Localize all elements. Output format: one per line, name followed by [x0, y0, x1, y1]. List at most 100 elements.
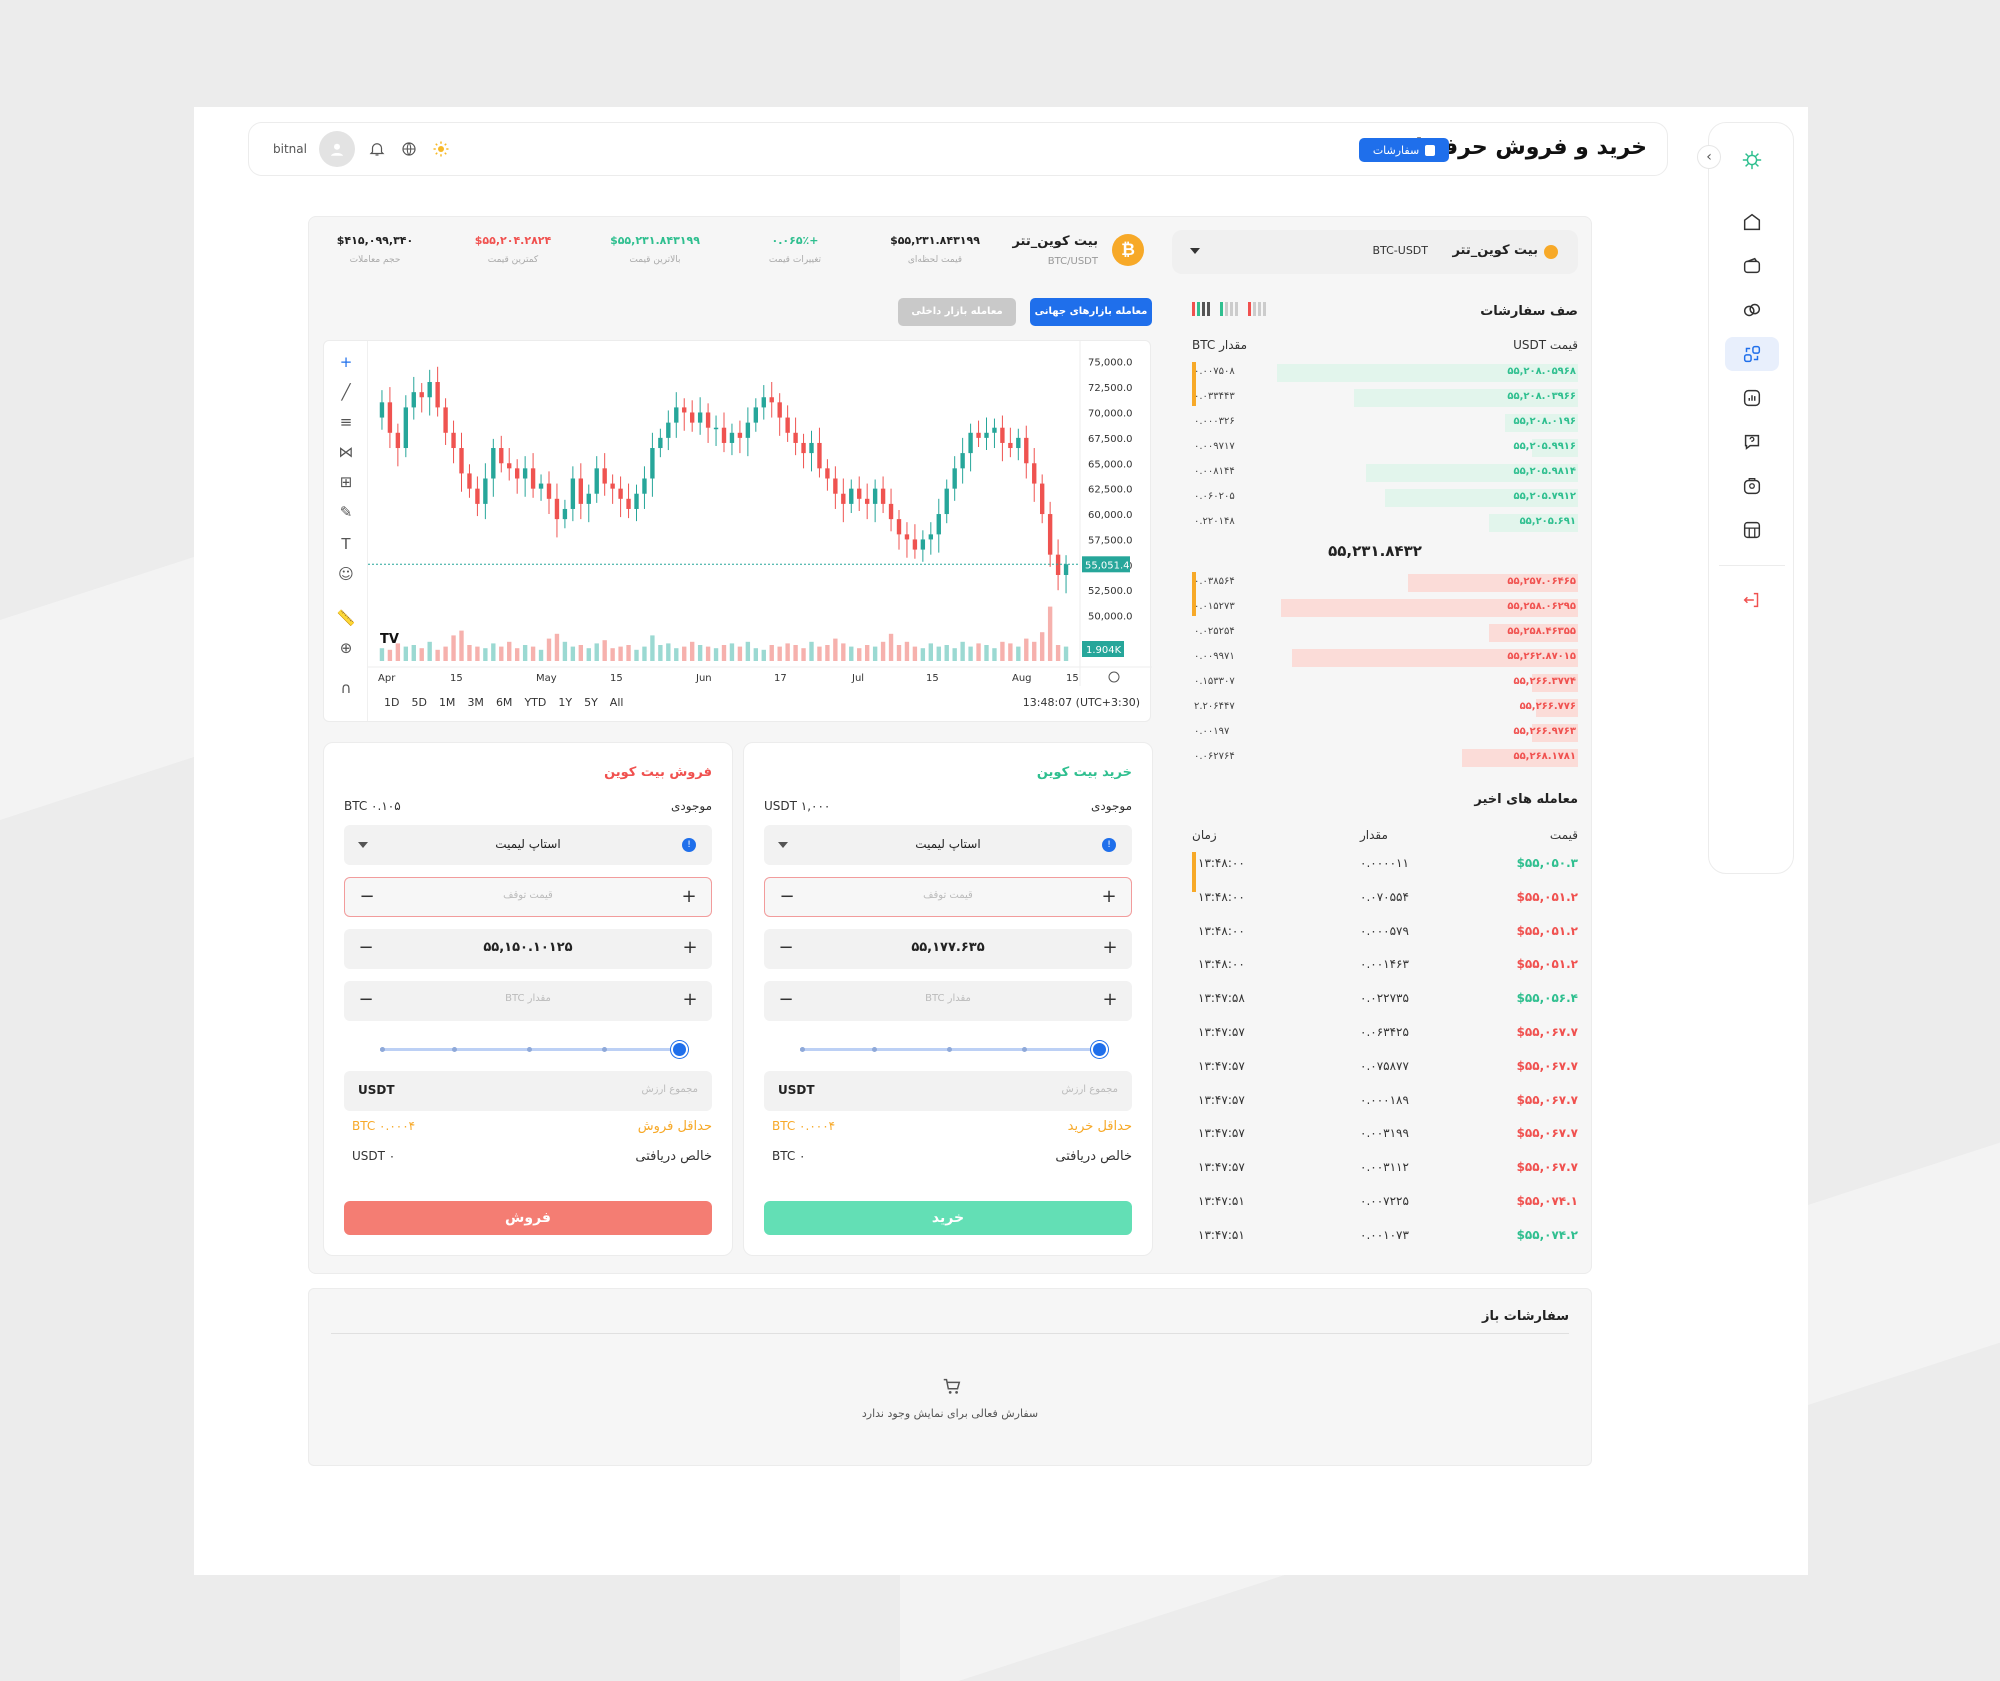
volume-bar [411, 645, 416, 661]
collapse-sidebar-button[interactable]: ‹ [1697, 145, 1721, 169]
range-button-1d[interactable]: 1D [384, 696, 399, 709]
pro-trade-icon[interactable] [1725, 337, 1779, 371]
minus-button[interactable]: − [777, 887, 797, 907]
order-book-row[interactable]: ۰.۰۶۰۲۰۵ ۵۵,۲۰۵.۷۹۱۲ [1192, 487, 1578, 507]
support-icon[interactable] [1725, 425, 1779, 459]
volume-bar [666, 643, 671, 661]
min-row: حداقل فروش BTC ۰.۰۰۰۴ [352, 1119, 712, 1134]
order-book-row[interactable]: ۰.۰۰۰۳۲۶ ۵۵,۲۰۸.۰۱۹۶ [1192, 412, 1578, 432]
price-input[interactable]: + ۵۵,۱۷۷.۶۳۵ − [764, 929, 1132, 969]
amount-slider[interactable] [380, 1041, 688, 1058]
range-button-all[interactable]: All [610, 696, 624, 709]
view-bids-icon[interactable] [1220, 302, 1238, 316]
zoom-icon[interactable]: ⊕ [335, 637, 357, 659]
slider-step[interactable] [527, 1047, 532, 1052]
total-input[interactable]: مجموع ارزش USDT [764, 1071, 1132, 1111]
order-book-row[interactable]: ۲.۲۰۶۴۴۷ ۵۵,۲۶۶.۷۷۶ [1192, 697, 1578, 717]
volume-bar [761, 649, 766, 661]
slider-handle[interactable] [1091, 1041, 1108, 1058]
buy-button[interactable]: خرید [764, 1201, 1132, 1235]
reports-icon[interactable] [1725, 381, 1779, 415]
stop-price-input[interactable]: + قیمت توقف − [344, 877, 712, 917]
range-button-1y[interactable]: 1Y [558, 696, 572, 709]
trendline-icon[interactable]: ╱ [335, 381, 357, 403]
minus-button[interactable]: − [776, 990, 796, 1010]
order-book-row[interactable]: ۰.۰۰۸۱۴۴ ۵۵,۲۰۵.۹۸۱۴ [1192, 462, 1578, 482]
magnet-icon[interactable]: ∩ [335, 677, 357, 699]
range-button-5d[interactable]: 5D [411, 696, 426, 709]
slider-step[interactable] [452, 1047, 457, 1052]
order-book-row[interactable]: ۰.۰۳۸۵۶۴ ۵۵,۲۵۷.۰۶۴۶۵ [1192, 572, 1578, 592]
minus-button[interactable]: − [356, 990, 376, 1010]
order-book-row[interactable]: ۰.۱۵۳۳۰۷ ۵۵,۲۶۶.۳۷۷۴ [1192, 672, 1578, 692]
slider-step[interactable] [872, 1047, 877, 1052]
candle-body [1063, 564, 1069, 575]
candlestick-plot[interactable]: 75,000.0 72,500.0 70,000.0 67,500.0 65,000.0… [368, 341, 1152, 691]
slider-step[interactable] [380, 1047, 385, 1052]
home-icon[interactable] [1725, 205, 1779, 239]
order-book-row[interactable]: ۰.۰۱۵۲۷۳ ۵۵,۲۵۸.۰۶۲۹۵ [1192, 597, 1578, 617]
range-button-6m[interactable]: 6M [496, 696, 513, 709]
emoji-icon[interactable]: ☺ [335, 563, 357, 585]
order-type-select[interactable]: ! استاپ لیمیت [764, 825, 1132, 865]
tab-local-market[interactable]: معامله بازار داخلی [898, 298, 1016, 326]
projection-icon[interactable]: ⊞ [335, 471, 357, 493]
avatar[interactable] [318, 131, 355, 167]
view-both-icon[interactable] [1192, 302, 1210, 316]
order-book-row[interactable]: ۰.۰۰۹۹۷۱ ۵۵,۲۶۲.۸۷۰۱۵ [1192, 647, 1578, 667]
profile-icon[interactable] [1725, 469, 1779, 503]
range-button-5y[interactable]: 5Y [584, 696, 598, 709]
pair-selector-label: بیت کوین_تتر [1452, 243, 1538, 258]
slider-step[interactable] [800, 1047, 805, 1052]
order-book-row[interactable]: ۰.۰۰۷۵۰۸ ۵۵,۲۰۸.۰۵۹۶۸ [1192, 362, 1578, 382]
stop-price-placeholder: قیمت توقف [923, 890, 973, 901]
logo-icon[interactable] [1725, 143, 1779, 177]
bell-icon[interactable] [367, 139, 387, 159]
pair-selector[interactable]: بیت کوین_تتر BTC-USDT [1172, 230, 1578, 274]
amount-input[interactable]: + مقدار BTC − [344, 981, 712, 1021]
orders-button[interactable]: سفارشات [1359, 138, 1449, 162]
slider-handle[interactable] [671, 1041, 688, 1058]
shop-icon[interactable] [1725, 513, 1779, 547]
logout-icon[interactable] [1725, 583, 1779, 617]
order-book-row[interactable]: ۰.۰۳۳۴۴۳ ۵۵,۲۰۸.۰۳۹۶۶ [1192, 387, 1578, 407]
crosshair-icon[interactable]: + [335, 351, 357, 373]
range-button-ytd[interactable]: YTD [524, 696, 546, 709]
volume-bar [825, 645, 830, 661]
order-book-row[interactable]: ۰.۰۰۱۹۷ ۵۵,۲۶۶.۹۷۶۳ [1192, 722, 1578, 742]
tab-global-market[interactable]: معامله بازارهای جهانی [1030, 298, 1152, 326]
slider-step[interactable] [947, 1047, 952, 1052]
text-icon[interactable]: T [335, 533, 357, 555]
view-asks-icon[interactable] [1248, 302, 1266, 316]
ruler-icon[interactable]: 📏 [335, 607, 357, 629]
minus-button[interactable]: − [776, 938, 796, 958]
slider-step[interactable] [602, 1047, 607, 1052]
order-type-select[interactable]: ! استاپ لیمیت [344, 825, 712, 865]
order-book-row[interactable]: ۰.۰۰۹۷۱۷ ۵۵,۲۰۵.۹۹۱۶ [1192, 437, 1578, 457]
wallet-icon[interactable] [1725, 249, 1779, 283]
fib-lines-icon[interactable]: ≡ [335, 411, 357, 433]
trade-time: ۱۳:۴۷:۵۷ [1198, 1160, 1245, 1175]
exchange-icon[interactable] [1725, 293, 1779, 327]
sun-icon[interactable] [431, 139, 451, 159]
order-book-row[interactable]: ۰.۰۶۲۷۶۴ ۵۵,۲۶۸.۱۷۸۱ [1192, 747, 1578, 767]
candle-body [538, 483, 544, 489]
range-button-3m[interactable]: 3M [467, 696, 484, 709]
sell-button[interactable]: فروش [344, 1201, 712, 1235]
range-button-1m[interactable]: 1M [439, 696, 456, 709]
stop-price-input[interactable]: + قیمت توقف − [764, 877, 1132, 917]
pattern-icon[interactable]: ⋈ [335, 441, 357, 463]
minus-button[interactable]: − [356, 938, 376, 958]
globe-icon[interactable] [399, 139, 419, 159]
total-input[interactable]: مجموع ارزش USDT [344, 1071, 712, 1111]
volume-label: 1.904K [1086, 645, 1122, 656]
minus-button[interactable]: − [357, 887, 377, 907]
amount-slider[interactable] [800, 1041, 1108, 1058]
brush-icon[interactable]: ✎ [335, 501, 357, 523]
price-input[interactable]: + ۵۵,۱۵۰.۱۰۱۲۵ − [344, 929, 712, 969]
amount-input[interactable]: + مقدار BTC − [764, 981, 1132, 1021]
order-book-row[interactable]: ۰.۰۲۵۲۵۴ ۵۵,۲۵۸.۴۶۳۵۵ [1192, 622, 1578, 642]
order-book-row[interactable]: ۰.۲۲۰۱۴۸ ۵۵,۲۰۵.۶۹۱ [1192, 512, 1578, 532]
volume-bar [522, 645, 528, 661]
slider-step[interactable] [1022, 1047, 1027, 1052]
